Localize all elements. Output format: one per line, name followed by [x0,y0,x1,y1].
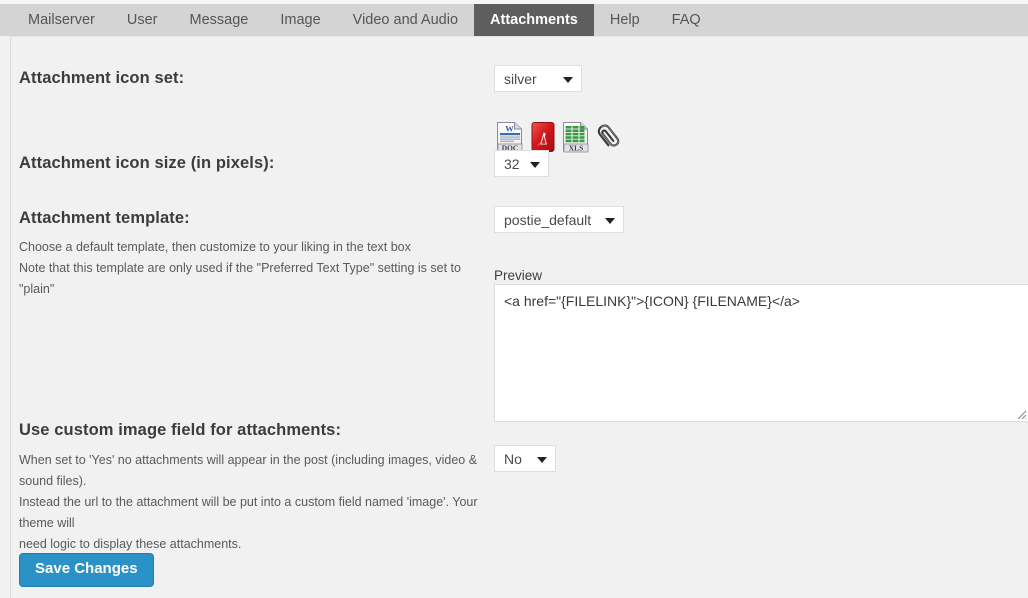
chevron-down-icon [563,76,573,83]
custom-image-field-description-line-1: When set to 'Yes' no attachments will ap… [19,452,478,488]
template-select-value: postie_default [504,211,592,228]
template-description-line-1: Choose a default template, then customiz… [19,239,411,254]
tab-attachments[interactable]: Attachments [474,4,594,36]
icon-size-select-value: 32 [504,155,520,172]
pdf-file-icon [527,121,559,153]
icon-set-field-column: silver [494,65,582,92]
settings-panel: Attachment icon set: silver W DOC XLS At… [10,36,1028,598]
preview-label: Preview [494,268,543,283]
tab-video-and-audio[interactable]: Video and Audio [337,4,474,36]
tab-mailserver[interactable]: Mailserver [12,4,111,36]
custom-image-field-field-column: No [494,445,556,472]
tab-help[interactable]: Help [594,4,656,36]
paperclip-icon [593,121,625,153]
chevron-down-icon [605,217,615,224]
tabbar-container: Mailserver User Message Image Video and … [0,0,1028,36]
tab-user[interactable]: User [111,4,174,36]
custom-image-field-select-value: No [504,450,522,467]
custom-image-field-title: Use custom image field for attachments: [19,421,342,439]
tab-faq[interactable]: FAQ [656,4,717,36]
svg-text:W: W [505,124,514,134]
tab-message[interactable]: Message [174,4,265,36]
attachment-icon-preview-strip: W DOC XLS [494,121,626,153]
icon-set-select[interactable]: silver [494,65,582,92]
template-field-column: postie_default [494,206,624,233]
template-title: Attachment template: [19,209,190,227]
icon-size-label-column: Attachment icon size (in pixels): [19,154,489,174]
template-textarea-wrapper [494,284,1028,422]
template-select[interactable]: postie_default [494,206,624,233]
icon-size-title: Attachment icon size (in pixels): [19,154,275,172]
template-textarea[interactable] [494,284,1028,422]
custom-image-field-description-line-3: need logic to display these attachments. [19,536,242,551]
icon-set-title: Attachment icon set: [19,69,185,87]
custom-image-field-select[interactable]: No [494,445,556,472]
tabbar: Mailserver User Message Image Video and … [0,4,1028,36]
tab-image[interactable]: Image [264,4,336,36]
save-changes-button[interactable]: Save Changes [19,553,154,587]
template-label-column: Attachment template: Choose a default te… [19,209,489,300]
icon-size-select[interactable]: 32 [494,150,549,177]
xls-file-icon: XLS [560,121,592,153]
doc-file-icon: W DOC [494,121,526,153]
custom-image-field-description-line-2: Instead the url to the attachment will b… [19,494,478,530]
svg-text:XLS: XLS [569,144,583,153]
custom-image-field-label-column: Use custom image field for attachments: … [19,421,489,555]
chevron-down-icon [537,456,547,463]
icon-set-select-value: silver [504,70,537,87]
icon-set-label-column: Attachment icon set: [19,69,489,89]
icon-size-field-column: 32 [494,150,549,177]
template-description-line-2: Note that this template are only used if… [19,260,461,296]
chevron-down-icon [530,161,540,168]
